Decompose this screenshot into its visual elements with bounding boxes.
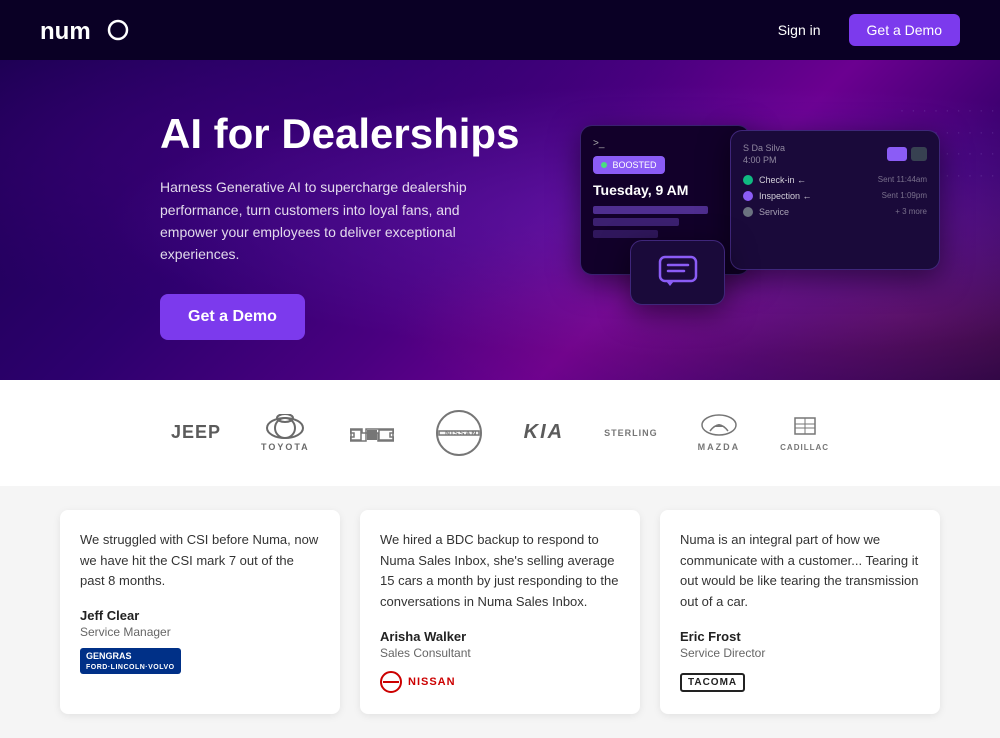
inspection-status: Sent 1:09pm [882,191,927,200]
logos-section: JEEP TOYOTA NISSAN KIA STERLING [0,380,1000,486]
hero-section: AI for Dealerships Harness Generative AI… [0,60,1000,380]
mockup-inspection-row: Inspection ← Sent 1:09pm [743,191,927,201]
kia-wordmark: KIA [524,421,564,444]
logo-svg: num [40,15,130,45]
testimonial-card-1: We struggled with CSI before Numa, now w… [60,510,340,714]
logo-cadillac: CADILLAC [780,414,829,452]
svg-text:num: num [40,18,91,45]
mockup-contact-row: S Da Silva 4:00 PM [743,143,927,165]
checkin-dot [743,175,753,185]
testimonial-quote-3: Numa is an integral part of how we commu… [680,530,920,613]
toyota-wordmark: TOYOTA [261,442,310,452]
mockup-contact-card: S Da Silva 4:00 PM Check-in ← Sent 11:44… [730,130,940,270]
hero-title: AI for Dealerships [160,110,540,158]
hero-text-block: AI for Dealerships Harness Generative AI… [160,110,540,340]
mockup-decorative-lines [593,206,737,238]
nissan-logo-text: NISSAN [408,676,456,688]
testimonial-role-1: Service Manager [80,625,320,639]
navbar: num Sign in Get a Demo [0,0,1000,60]
hero-subtitle: Harness Generative AI to supercharge dea… [160,176,480,266]
cadillac-icon [791,414,819,438]
sterling-wordmark: STERLING [604,428,658,438]
logo: num [40,15,130,45]
logo-mazda: MAZDA [698,413,741,452]
mazda-wordmark: MAZDA [698,442,741,452]
service-dot [743,207,753,217]
gengras-logo: GENGRASFORD·LINCOLN·VOLVO [80,648,181,674]
chevrolet-icon [350,419,394,447]
checkin-label: Check-in ← [759,175,872,185]
hero-demo-button[interactable]: Get a Demo [160,294,305,340]
testimonials-section: We struggled with CSI before Numa, now w… [0,486,1000,738]
service-label: Service [759,207,889,217]
mazda-group: MAZDA [698,413,741,452]
mockup-checkin-row: Check-in ← Sent 11:44am [743,175,927,185]
testimonial-quote-1: We struggled with CSI before Numa, now w… [80,530,320,592]
testimonial-card-3: Numa is an integral part of how we commu… [660,510,940,714]
service-status: + 3 more [895,207,927,216]
testimonial-logo-3: TACOMA [680,670,920,694]
logo-nissan: NISSAN [434,408,484,458]
cadillac-group: CADILLAC [780,414,829,452]
testimonial-quote-2: We hired a BDC backup to respond to Numa… [380,530,620,613]
nissan-icon: NISSAN [434,408,484,458]
mockup-chat-card [630,240,725,305]
toyota-icon [265,414,305,442]
logo-sterling: STERLING [604,428,658,438]
testimonial-author-3: Eric Frost [680,629,920,644]
nav-actions: Sign in Get a Demo [766,14,960,46]
logo-jeep: JEEP [171,422,221,443]
checkin-status: Sent 11:44am [878,175,927,184]
jeep-wordmark: JEEP [171,422,221,443]
mockup-time: Tuesday, 9 AM [593,182,737,198]
inspection-label: Inspection ← [759,191,876,201]
testimonial-logo-2: NISSAN [380,670,620,694]
signin-button[interactable]: Sign in [766,16,833,44]
testimonial-role-3: Service Director [680,646,920,660]
logo-chevrolet [350,419,394,447]
logo-kia: KIA [524,421,564,444]
nissan-logo-circle [380,671,402,693]
chat-bubble-icon [658,255,698,289]
cadillac-wordmark: CADILLAC [780,443,829,452]
nav-demo-button[interactable]: Get a Demo [849,14,960,46]
nissan-logo-bar [383,681,399,683]
testimonial-logo-1: GENGRASFORD·LINCOLN·VOLVO [80,649,320,673]
mazda-icon [700,413,738,437]
svg-text:NISSAN: NISSAN [445,430,477,437]
testimonial-author-1: Jeff Clear [80,608,320,623]
tacoma-logo: TACOMA [680,673,745,692]
inspection-dot [743,191,753,201]
testimonial-author-2: Arisha Walker [380,629,620,644]
testimonial-card-2: We hired a BDC backup to respond to Numa… [360,510,640,714]
mockup-service-row: Service + 3 more [743,207,927,217]
logo-toyota: TOYOTA [261,414,310,452]
mockup-badge: BOOSTED [593,156,665,174]
hero-mockup: >_ BOOSTED Tuesday, 9 AM S Da Silva [580,115,940,335]
hero-content: AI for Dealerships Harness Generative AI… [0,60,1000,380]
testimonial-role-2: Sales Consultant [380,646,620,660]
